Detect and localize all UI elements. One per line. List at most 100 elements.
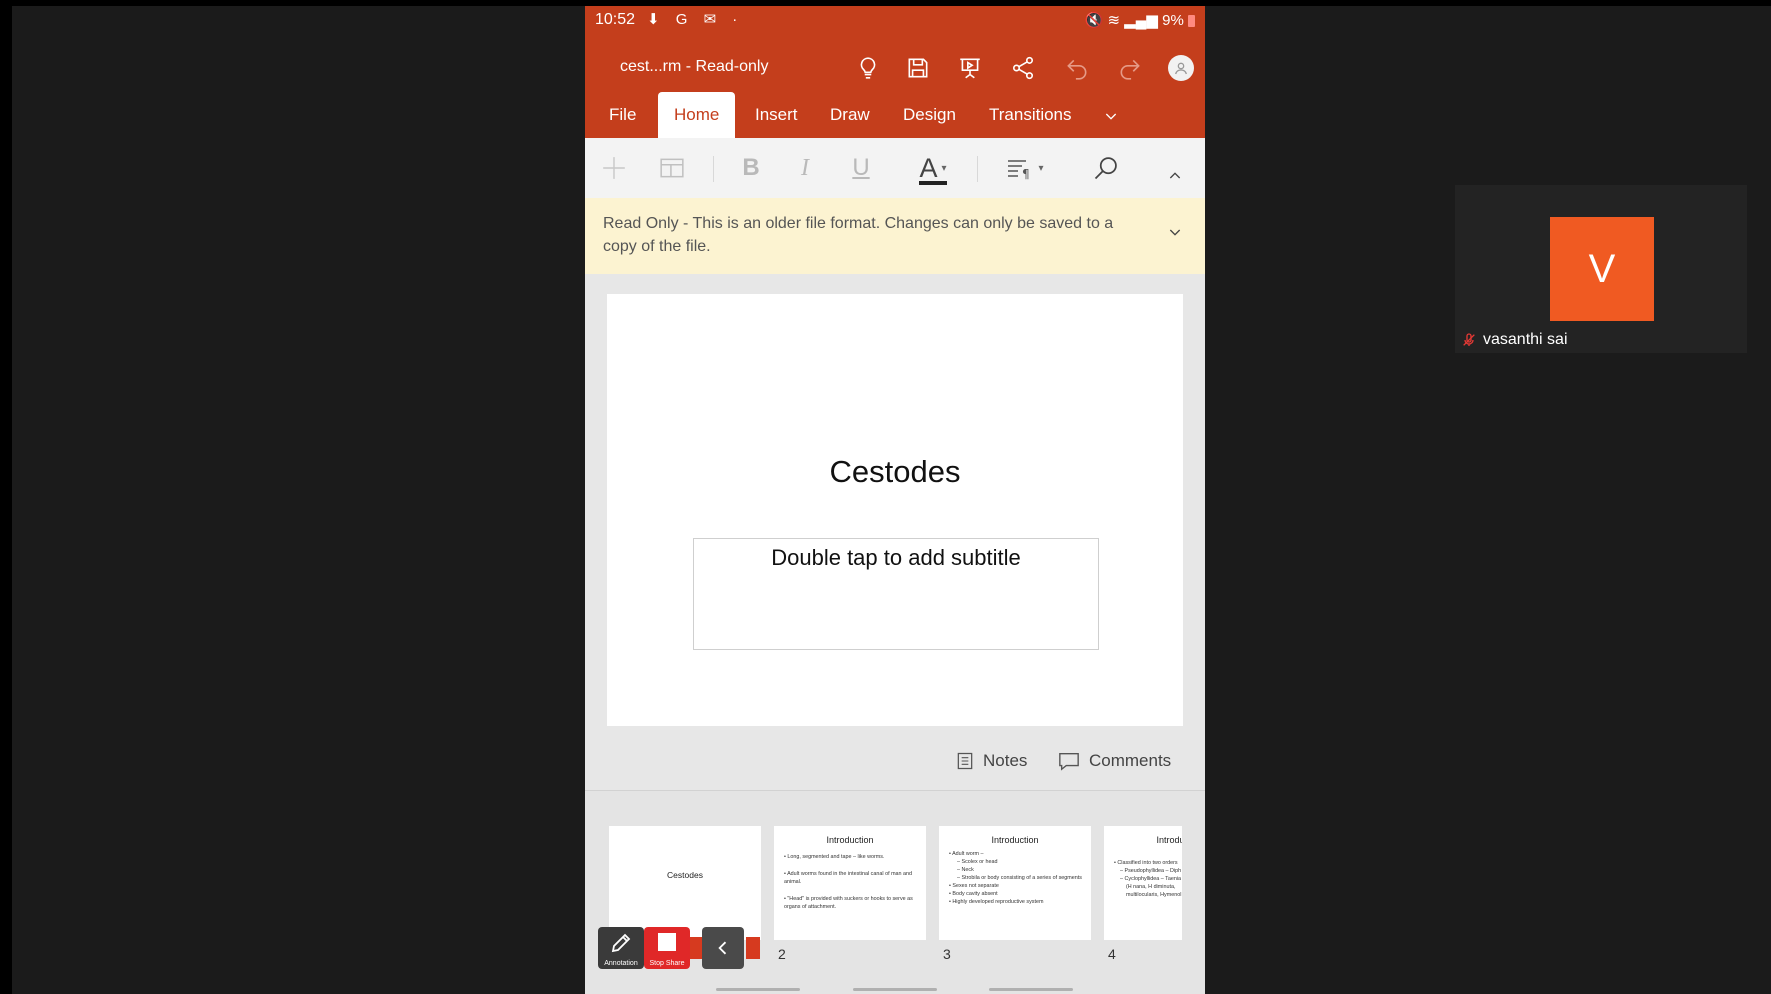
- tab-draw[interactable]: Draw: [830, 92, 870, 138]
- participant-name: vasanthi sai: [1483, 331, 1568, 348]
- slide-title[interactable]: Cestodes: [607, 454, 1183, 490]
- toolbar-handle[interactable]: [746, 937, 760, 959]
- underline-button[interactable]: U: [851, 150, 871, 186]
- thumbnail-bullet: • Adult worm –: [949, 851, 984, 857]
- layout-icon[interactable]: [658, 150, 686, 186]
- account-icon[interactable]: [1167, 54, 1195, 82]
- status-notification-icons: ⬇ G ✉ ·: [647, 11, 744, 28]
- thumbnail-bullet: – Neck: [957, 867, 974, 873]
- signal-icon: ▂▄▆: [1124, 12, 1158, 29]
- stop-share-button[interactable]: Stop Share: [644, 927, 690, 969]
- thumbnail-bullet: • Highly developed reproductive system: [949, 899, 1044, 905]
- toolbar-divider: [977, 156, 978, 182]
- thumbnail-title: Introduction: [826, 835, 874, 845]
- tab-transitions[interactable]: Transitions: [989, 92, 1072, 138]
- app-header: 10:52 ⬇ G ✉ · 🔇 ≋ ▂▄▆ 9% cest...rm - Rea…: [585, 6, 1205, 138]
- slide-thumbnail-1[interactable]: Cestodes: [609, 826, 761, 940]
- slide-number: 4: [1108, 946, 1116, 962]
- status-bar: 10:52 ⬇ G ✉ · 🔇 ≋ ▂▄▆ 9%: [585, 6, 1205, 34]
- font-color-letter: A: [919, 153, 938, 183]
- wifi-icon: ≋: [1107, 12, 1121, 29]
- status-right: 🔇 ≋ ▂▄▆ 9%: [1085, 11, 1195, 29]
- bold-button[interactable]: B: [740, 150, 762, 186]
- search-icon[interactable]: [1090, 150, 1122, 186]
- thumbnail-bullet: • Sexes not separate: [949, 883, 999, 889]
- gesture-bar: [716, 988, 800, 991]
- tab-home[interactable]: Home: [658, 92, 736, 138]
- undo-icon[interactable]: [1063, 54, 1091, 82]
- thumbnail-bullet: – Pseudophyllidea – Diph: [1120, 868, 1182, 874]
- stop-share-label: Stop Share: [649, 960, 685, 967]
- toolbar-handle[interactable]: [690, 937, 702, 959]
- chevron-left-icon: [718, 941, 727, 955]
- thumbnail-bullet: • "Head" is provided with suckers or hoo…: [784, 896, 913, 910]
- more-tabs-chevron-icon[interactable]: [1103, 92, 1119, 138]
- slide-thumbnail-4[interactable]: Introduction • Classified into two order…: [1104, 826, 1182, 940]
- font-color-button[interactable]: A ▾: [912, 150, 954, 186]
- collapse-ribbon-chevron-icon[interactable]: [1165, 158, 1185, 194]
- thumbnail-bullet: (H nana, H diminuta,: [1126, 884, 1176, 890]
- thumbnail-bullet: • Adult worms found in the intestinal ca…: [784, 871, 913, 885]
- notes-button[interactable]: Notes: [955, 750, 1027, 772]
- thumbnail-title: Introduction: [1156, 835, 1182, 845]
- tab-insert[interactable]: Insert: [755, 92, 798, 138]
- title-row: cest...rm - Read-only: [585, 44, 1205, 92]
- thumbnail-bullet: – Cyclophyllidea – Taenia: [1120, 876, 1182, 882]
- participant-name-row: vasanthi sai: [1461, 331, 1568, 349]
- lightbulb-icon[interactable]: [854, 54, 882, 82]
- slide-thumbnail-2[interactable]: Introduction • Long, segmented and tape …: [774, 826, 926, 940]
- present-icon[interactable]: [956, 54, 984, 82]
- gesture-bar: [853, 988, 937, 991]
- comment-icon: [1059, 752, 1079, 771]
- muted-mic-icon: [1463, 333, 1475, 346]
- document-title[interactable]: cest...rm - Read-only: [620, 58, 768, 76]
- slide-canvas: Cestodes Double tap to add subtitle: [585, 274, 1205, 736]
- toolbar-divider: [713, 156, 714, 182]
- banner-message: Read Only - This is an older file format…: [603, 215, 1114, 255]
- slide-thumbnail-3[interactable]: Introduction • Adult worm – – Scolex or …: [939, 826, 1091, 940]
- home-toolbar: B I U A ▾ ¶ ▾: [585, 138, 1205, 199]
- subtitle-placeholder[interactable]: Double tap to add subtitle: [693, 538, 1099, 650]
- current-slide[interactable]: Cestodes Double tap to add subtitle: [607, 294, 1183, 726]
- share-icon[interactable]: [1009, 54, 1037, 82]
- notes-comments-bar: Notes Comments: [585, 736, 1205, 791]
- thumbnail-bullet: – Strobila or body consisting of a serie…: [957, 875, 1082, 881]
- svg-text:¶: ¶: [1022, 167, 1030, 180]
- notes-label: Notes: [983, 751, 1028, 770]
- read-only-banner: Read Only - This is an older file format…: [585, 198, 1205, 274]
- thumbnail-bullet: • Body cavity absent: [949, 891, 998, 897]
- thumbnail-bullet: – Scolex or head: [957, 859, 998, 865]
- redo-icon[interactable]: [1116, 54, 1144, 82]
- mute-icon: 🔇: [1084, 12, 1104, 29]
- thumbnail-title: Introduction: [991, 835, 1039, 845]
- gesture-bar: [989, 988, 1073, 991]
- thumbnail-bullet: • Classified into two orders: [1114, 860, 1178, 866]
- stop-icon: [658, 933, 676, 951]
- participant-avatar: V: [1550, 217, 1654, 321]
- save-icon[interactable]: [904, 54, 932, 82]
- italic-button[interactable]: I: [798, 150, 812, 186]
- thumbnail-bullet: • Long, segmented and tape – like worms.: [784, 854, 885, 860]
- tab-design[interactable]: Design: [903, 92, 956, 138]
- shared-phone-screen: 10:52 ⬇ G ✉ · 🔇 ≋ ▂▄▆ 9% cest...rm - Rea…: [585, 6, 1205, 994]
- tab-file[interactable]: File: [609, 92, 636, 138]
- participant-video-tile[interactable]: V vasanthi sai: [1455, 185, 1747, 353]
- new-slide-plus-icon[interactable]: [601, 150, 627, 186]
- annotation-button[interactable]: Annotation: [598, 927, 644, 969]
- paragraph-dropdown-icon: ▾: [1038, 162, 1044, 174]
- comments-label: Comments: [1089, 751, 1172, 770]
- comments-button[interactable]: Comments: [1057, 750, 1171, 772]
- pencil-icon: [611, 933, 631, 953]
- battery-percent: 9%: [1162, 12, 1184, 29]
- battery-icon: [1188, 15, 1195, 28]
- font-color-dropdown-icon: ▾: [941, 162, 947, 174]
- expand-banner-chevron-icon[interactable]: [1167, 224, 1183, 247]
- slide-number: 2: [778, 946, 786, 962]
- paragraph-format-button[interactable]: ¶ ▾: [1003, 150, 1047, 186]
- subtitle-placeholder-text: Double tap to add subtitle: [771, 545, 1021, 570]
- annotation-label: Annotation: [604, 960, 638, 967]
- thumbnail-bullet: multilocularis, Hymenol: [1126, 892, 1182, 898]
- collapse-controls-button[interactable]: [702, 927, 744, 969]
- ribbon-tabs: File Home Insert Draw Design Transitions: [585, 92, 1205, 138]
- status-time: 10:52: [595, 11, 636, 28]
